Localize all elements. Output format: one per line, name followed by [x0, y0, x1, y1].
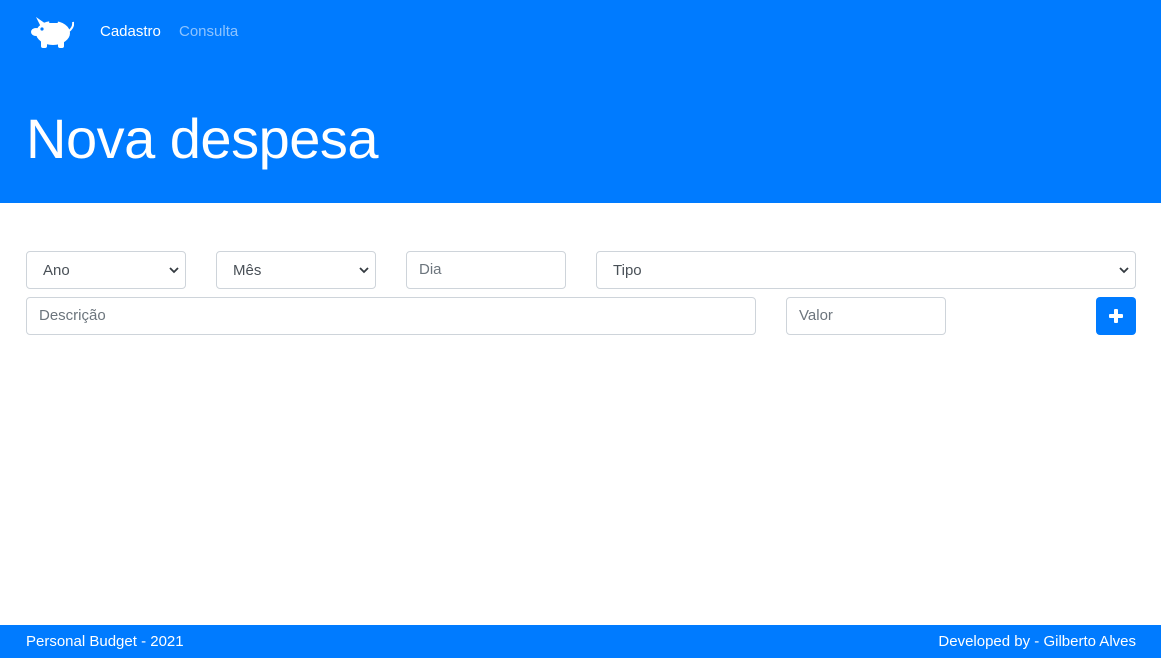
ano-select-value: Ano — [43, 261, 70, 279]
page-title: Nova despesa — [26, 107, 379, 170]
page-footer: Personal Budget - 2021 Developed by - Gi… — [0, 625, 1161, 658]
tipo-select-value: Tipo — [613, 261, 642, 279]
nav-item-consulta[interactable]: Consulta — [179, 22, 238, 42]
dia-input[interactable]: Dia — [406, 251, 566, 289]
piggy-bank-icon[interactable] — [30, 12, 75, 50]
valor-input[interactable]: Valor — [786, 297, 946, 335]
mes-select-value: Mês — [233, 261, 262, 279]
ano-select[interactable]: Ano — [26, 251, 186, 289]
page-header: Cadastro Consulta Nova despesa — [0, 0, 1161, 203]
tipo-select[interactable]: Tipo — [596, 251, 1136, 289]
plus-icon — [1109, 309, 1123, 323]
chevron-down-icon — [1119, 267, 1129, 274]
add-expense-button[interactable] — [1096, 297, 1136, 335]
descricao-input[interactable]: Descrição — [26, 297, 756, 335]
chevron-down-icon — [169, 267, 179, 274]
footer-copyright: Personal Budget - 2021 — [26, 633, 184, 650]
footer-credits: Developed by - Gilberto Alves — [938, 633, 1136, 650]
nav-item-cadastro[interactable]: Cadastro — [100, 22, 161, 42]
navbar: Cadastro Consulta — [0, 0, 1161, 64]
chevron-down-icon — [359, 267, 369, 274]
mes-select[interactable]: Mês — [216, 251, 376, 289]
